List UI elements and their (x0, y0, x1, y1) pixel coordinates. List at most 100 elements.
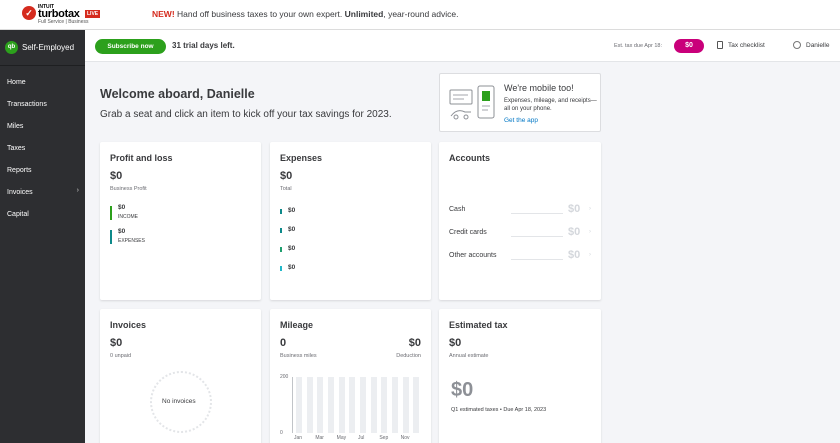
card-title: Profit and loss (110, 153, 173, 163)
sidebar-item-label: Miles (7, 122, 24, 130)
sidebar-brand[interactable]: qb Self-Employed (0, 30, 85, 66)
mileage-bar (338, 377, 345, 433)
chevron-right-icon: › (589, 206, 591, 212)
mileage-bar (402, 377, 409, 433)
expenses-card[interactable]: Expenses $0 Total $0 $0 $0 $0 (270, 142, 431, 300)
income-label: INCOME (118, 214, 138, 220)
mileage-card[interactable]: Mileage 0 Business miles $0 Deduction 20… (270, 309, 431, 443)
mileage-bar (360, 377, 366, 433)
income-legend-bar (110, 206, 112, 220)
profit-caption: Business Profit (110, 186, 147, 192)
sidebar-item-miles[interactable]: Miles (0, 115, 85, 137)
y-tick-label: 0 (280, 430, 283, 436)
mileage-bar (413, 377, 420, 433)
account-row-credit-cards[interactable]: Credit cards $0 › (449, 226, 592, 240)
income-value: $0 (118, 204, 126, 211)
account-row-other[interactable]: Other accounts $0 › (449, 249, 592, 263)
deduction-value: $0 (408, 337, 421, 349)
profit-value: $0 (110, 170, 123, 182)
profit-and-loss-card[interactable]: Profit and loss $0 Business Profit $0 IN… (100, 142, 261, 300)
turbotax-logo[interactable]: ✓ INTUIT turbotax LIVE Full Service | Bu… (22, 4, 102, 26)
q1-due-note: Q1 estimated taxes • Due Apr 18, 2023 (451, 407, 547, 413)
card-title: Estimated tax (449, 320, 508, 330)
account-value: $0 (568, 203, 581, 215)
logo-subtitle: Full Service | Business (38, 19, 89, 25)
tax-checklist-label: Tax checklist (728, 41, 765, 49)
sidebar-item-label: Invoices (7, 188, 33, 196)
account-name: Cash (449, 206, 466, 213)
chevron-right-icon: › (589, 229, 591, 235)
account-row-divider (511, 259, 563, 260)
sidebar-item-reports[interactable]: Reports (0, 159, 85, 181)
sidebar-item-label: Taxes (7, 144, 26, 152)
account-name: Credit cards (449, 229, 487, 236)
card-title: Invoices (110, 320, 147, 330)
account-value: $0 (568, 226, 581, 238)
page-title: Welcome aboard, Danielle (100, 87, 255, 101)
estimated-tax-card[interactable]: Estimated tax $0 Annual estimate $0 Q1 e… (439, 309, 601, 443)
card-title: Accounts (449, 153, 491, 163)
invoices-value: $0 (110, 337, 123, 349)
clipboard-icon (717, 41, 723, 49)
user-name: Danielle (806, 41, 830, 49)
top-bar: Subscribe now 31 trial days left. Est. t… (85, 30, 840, 62)
mobile-promo-title: We're mobile too! (504, 83, 574, 93)
promo-text-a: Hand off business taxes to your own expe… (174, 9, 345, 19)
mileage-bar (328, 377, 334, 433)
expense-row-value: $0 (288, 226, 296, 233)
sidebar-item-transactions[interactable]: Transactions (0, 93, 85, 115)
sidebar-item-capital[interactable]: Capital (0, 203, 85, 225)
est-tax-label: Est. tax due Apr 18: (614, 43, 663, 49)
annual-estimate-caption: Annual estimate (449, 353, 489, 359)
x-tick-label: Nov (400, 435, 410, 441)
invoices-caption: 0 unpaid (110, 353, 132, 359)
promo-message: NEW! Hand off business taxes to your own… (152, 9, 458, 19)
mileage-bar (392, 377, 398, 433)
mileage-bar (317, 377, 324, 433)
y-tick-label: 200 (280, 374, 289, 380)
card-title: Expenses (280, 153, 323, 163)
mobile-app-illustration-icon (449, 85, 495, 120)
sidebar-item-label: Reports (7, 166, 32, 174)
mileage-bar (381, 377, 388, 433)
expense-category-marker (280, 266, 282, 271)
annual-estimate-value: $0 (449, 337, 462, 349)
invoices-card[interactable]: Invoices $0 0 unpaid No invoices (100, 309, 261, 443)
account-row-divider (511, 213, 563, 214)
account-name: Other accounts (449, 252, 497, 259)
mileage-bar (349, 377, 356, 433)
expense-row-value: $0 (288, 245, 296, 252)
expenses-total-caption: Total (280, 186, 292, 192)
account-row-cash[interactable]: Cash $0 › (449, 203, 592, 217)
expenses-value: $0 (118, 228, 126, 235)
subscribe-button[interactable]: Subscribe now (95, 39, 166, 54)
top-banner: ✓ INTUIT turbotax LIVE Full Service | Bu… (0, 0, 840, 30)
no-invoices-text: No invoices (162, 398, 196, 405)
expense-row-value: $0 (288, 264, 296, 271)
page-subtitle: Grab a seat and click an item to kick of… (100, 109, 392, 120)
est-tax-badge[interactable]: $0 (674, 39, 704, 53)
expense-category-marker (280, 228, 282, 233)
sidebar-item-home[interactable]: Home (0, 71, 85, 93)
tax-checklist-link[interactable]: Tax checklist (717, 41, 765, 49)
card-title: Mileage (280, 320, 314, 330)
account-value: $0 (568, 249, 581, 261)
x-tick-label: Sep (379, 435, 389, 441)
check-icon: ✓ (22, 6, 36, 20)
sidebar-item-label: Home (7, 78, 26, 86)
expenses-legend-bar (110, 230, 112, 244)
promo-new: NEW! (152, 9, 175, 19)
accounts-card[interactable]: Accounts Cash $0 › Credit cards $0 › Oth… (439, 142, 601, 300)
sidebar-item-invoices[interactable]: Invoices › (0, 181, 85, 203)
get-the-app-link[interactable]: Get the app (504, 117, 538, 124)
sidebar-item-taxes[interactable]: Taxes (0, 137, 85, 159)
expense-category-marker (280, 247, 282, 252)
promo-text-b: Unlimited (344, 9, 384, 19)
sidebar-brand-label: Self-Employed (22, 43, 75, 52)
chevron-right-icon: › (76, 187, 79, 194)
user-menu[interactable]: Danielle (793, 41, 830, 49)
trial-days: 31 trial days left. (172, 41, 235, 50)
chevron-right-icon: › (589, 252, 591, 258)
mileage-chart: 200 0 Jan Mar May Jul Sep Nov (280, 374, 424, 441)
mileage-bar (306, 377, 313, 433)
